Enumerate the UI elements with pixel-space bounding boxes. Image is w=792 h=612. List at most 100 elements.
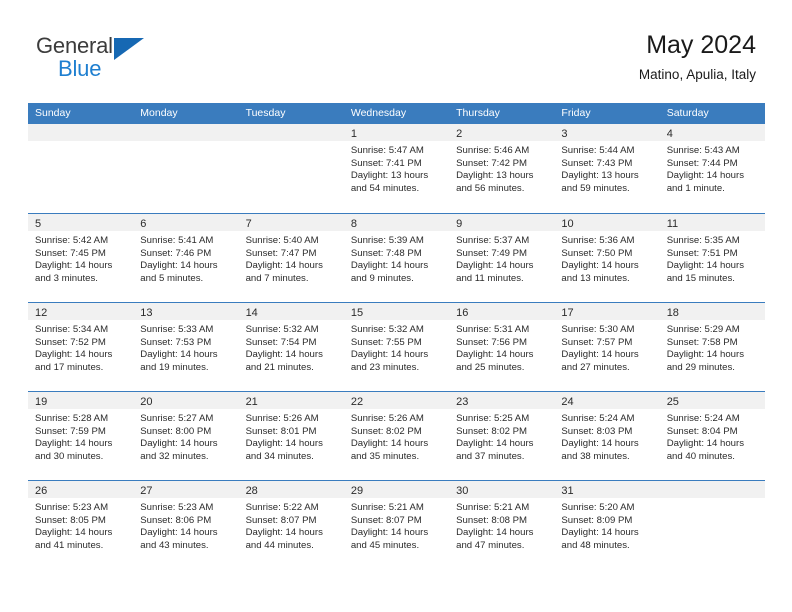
sunset-text: Sunset: 8:02 PM xyxy=(456,425,528,437)
calendar-week-row: 26 Sunrise: 5:23 AM Sunset: 8:05 PM Dayligh… xyxy=(28,480,765,569)
day-details: Sunrise: 5:47 AM Sunset: 7:41 PM Daylight:… xyxy=(344,141,449,195)
day-cell[interactable]: 20 Sunrise: 5:27 AM Sunset: 8:00 PM Dayligh… xyxy=(133,392,239,480)
daylight-text: Daylight: 14 hours and 25 minutes. xyxy=(456,349,534,373)
day-number-band: 26 xyxy=(28,481,134,498)
weekday-header-friday: Friday xyxy=(561,107,591,119)
weekday-header-thursday: Thursday xyxy=(456,107,500,119)
day-details: Sunrise: 5:41 AM Sunset: 7:46 PM Daylight:… xyxy=(133,231,238,285)
sunset-text: Sunset: 7:59 PM xyxy=(35,425,106,437)
sunset-text: Sunset: 7:43 PM xyxy=(561,157,633,169)
sunset-text: Sunset: 8:03 PM xyxy=(561,425,633,437)
day-number-band: 11 xyxy=(659,214,765,231)
day-number-band xyxy=(238,124,344,141)
day-number-band: 8 xyxy=(343,214,450,231)
day-cell[interactable]: 10 Sunrise: 5:36 AM Sunset: 7:50 PM Dayligh… xyxy=(554,214,660,302)
day-cell[interactable]: 12 Sunrise: 5:34 AM Sunset: 7:52 PM Dayligh… xyxy=(28,303,134,391)
sunset-text: Sunset: 8:00 PM xyxy=(140,425,212,437)
sunset-text: Sunset: 8:07 PM xyxy=(350,514,422,526)
day-number: 31 xyxy=(561,485,574,497)
daylight-text: Daylight: 14 hours and 17 minutes. xyxy=(35,349,113,373)
daylight-text: Daylight: 14 hours and 44 minutes. xyxy=(245,527,323,551)
sunset-text: Sunset: 7:56 PM xyxy=(456,336,528,348)
day-number: 22 xyxy=(350,396,364,408)
sunrise-text: Sunrise: 5:21 AM xyxy=(456,502,530,513)
day-number: 5 xyxy=(35,218,42,230)
day-number-band: 10 xyxy=(554,214,660,231)
day-cell[interactable]: 18 Sunrise: 5:29 AM Sunset: 7:58 PM Dayligh… xyxy=(659,303,765,391)
day-number: 3 xyxy=(561,128,568,140)
day-cell[interactable]: 4 Sunrise: 5:43 AM Sunset: 7:44 PM Daylight… xyxy=(659,124,765,213)
sunrise-text: Sunrise: 5:20 AM xyxy=(561,502,635,513)
calendar-week-row: 5 Sunrise: 5:42 AM Sunset: 7:45 PM Daylight… xyxy=(28,213,765,302)
sunset-text: Sunset: 7:47 PM xyxy=(245,247,317,259)
day-cell[interactable]: 29 Sunrise: 5:21 AM Sunset: 8:07 PM Dayligh… xyxy=(343,481,450,569)
day-cell[interactable]: 19 Sunrise: 5:28 AM Sunset: 7:59 PM Dayligh… xyxy=(28,392,134,480)
sunrise-text: Sunrise: 5:32 AM xyxy=(245,324,319,335)
day-cell[interactable]: 30 Sunrise: 5:21 AM Sunset: 8:08 PM Dayligh… xyxy=(449,481,555,569)
day-details: Sunrise: 5:37 AM Sunset: 7:49 PM Daylight:… xyxy=(449,231,554,285)
day-cell[interactable]: 26 Sunrise: 5:23 AM Sunset: 8:05 PM Dayligh… xyxy=(28,481,134,569)
day-cell[interactable]: 27 Sunrise: 5:23 AM Sunset: 8:06 PM Dayligh… xyxy=(133,481,239,569)
day-cell[interactable]: 21 Sunrise: 5:26 AM Sunset: 8:01 PM Dayligh… xyxy=(238,392,344,480)
day-cell[interactable]: 14 Sunrise: 5:32 AM Sunset: 7:54 PM Dayligh… xyxy=(238,303,344,391)
day-cell[interactable]: 31 Sunrise: 5:20 AM Sunset: 8:09 PM Dayligh… xyxy=(554,481,660,569)
day-cell[interactable]: 6 Sunrise: 5:41 AM Sunset: 7:46 PM Daylight… xyxy=(133,214,239,302)
daylight-text: Daylight: 14 hours and 38 minutes. xyxy=(561,438,639,462)
day-details: Sunrise: 5:42 AM Sunset: 7:45 PM Daylight:… xyxy=(28,231,133,285)
day-number: 28 xyxy=(245,485,258,497)
daylight-text: Daylight: 14 hours and 29 minutes. xyxy=(666,349,745,373)
sunset-text: Sunset: 8:01 PM xyxy=(245,425,317,437)
day-cell[interactable]: 22 Sunrise: 5:26 AM Sunset: 8:02 PM Dayligh… xyxy=(343,392,450,480)
day-cell[interactable]: 28 Sunrise: 5:22 AM Sunset: 8:07 PM Dayligh… xyxy=(238,481,344,569)
sunrise-text: Sunrise: 5:47 AM xyxy=(350,145,424,156)
day-cell[interactable]: 2 Sunrise: 5:46 AM Sunset: 7:42 PM Daylight… xyxy=(449,124,555,213)
day-number-band: 30 xyxy=(449,481,555,498)
day-number-band: 27 xyxy=(133,481,239,498)
day-cell-empty xyxy=(659,481,765,569)
day-number: 7 xyxy=(245,218,252,230)
sunset-text: Sunset: 7:51 PM xyxy=(666,247,738,259)
calendar-weeks: 1 Sunrise: 5:47 AM Sunset: 7:41 PM Daylight… xyxy=(28,124,765,569)
daylight-text: Daylight: 14 hours and 21 minutes. xyxy=(245,349,323,373)
sunrise-text: Sunrise: 5:46 AM xyxy=(456,145,530,156)
day-details: Sunrise: 5:43 AM Sunset: 7:44 PM Daylight:… xyxy=(660,141,765,195)
day-cell[interactable]: 13 Sunrise: 5:33 AM Sunset: 7:53 PM Dayligh… xyxy=(133,303,239,391)
sunset-text: Sunset: 7:50 PM xyxy=(561,247,633,259)
day-cell[interactable]: 3 Sunrise: 5:44 AM Sunset: 7:43 PM Daylight… xyxy=(554,124,660,213)
day-cell[interactable]: 24 Sunrise: 5:24 AM Sunset: 8:03 PM Dayligh… xyxy=(554,392,660,480)
sunset-text: Sunset: 7:41 PM xyxy=(350,157,422,169)
day-details: Sunrise: 5:34 AM Sunset: 7:52 PM Daylight:… xyxy=(28,320,133,374)
day-number: 20 xyxy=(140,396,153,408)
weekday-header-monday: Monday xyxy=(140,107,178,119)
day-cell[interactable]: 5 Sunrise: 5:42 AM Sunset: 7:45 PM Daylight… xyxy=(28,214,134,302)
sunset-text: Sunset: 7:48 PM xyxy=(350,247,422,259)
daylight-text: Daylight: 14 hours and 41 minutes. xyxy=(35,527,113,551)
day-cell[interactable]: 25 Sunrise: 5:24 AM Sunset: 8:04 PM Dayligh… xyxy=(659,392,765,480)
day-number-band: 12 xyxy=(28,303,134,320)
day-cell[interactable]: 15 Sunrise: 5:32 AM Sunset: 7:55 PM Dayligh… xyxy=(343,303,450,391)
day-details: Sunrise: 5:31 AM Sunset: 7:56 PM Daylight:… xyxy=(449,320,554,374)
sunset-text: Sunset: 8:09 PM xyxy=(561,514,633,526)
day-cell[interactable]: 9 Sunrise: 5:37 AM Sunset: 7:49 PM Daylight… xyxy=(449,214,555,302)
sunrise-text: Sunrise: 5:24 AM xyxy=(561,413,635,424)
day-cell[interactable]: 23 Sunrise: 5:25 AM Sunset: 8:02 PM Dayligh… xyxy=(449,392,555,480)
day-number-band: 2 xyxy=(449,124,555,141)
day-cell[interactable]: 17 Sunrise: 5:30 AM Sunset: 7:57 PM Dayligh… xyxy=(554,303,660,391)
day-number: 27 xyxy=(140,485,153,497)
day-number: 23 xyxy=(456,396,469,408)
day-details: Sunrise: 5:46 AM Sunset: 7:42 PM Daylight:… xyxy=(449,141,554,195)
day-number: 16 xyxy=(456,307,469,319)
brand-logo[interactable]: General Blue xyxy=(36,33,166,85)
day-details: Sunrise: 5:22 AM Sunset: 8:07 PM Daylight:… xyxy=(239,498,344,552)
day-cell[interactable]: 8 Sunrise: 5:39 AM Sunset: 7:48 PM Daylight… xyxy=(343,214,450,302)
day-cell[interactable]: 16 Sunrise: 5:31 AM Sunset: 7:56 PM Dayligh… xyxy=(449,303,555,391)
day-cell[interactable]: 1 Sunrise: 5:47 AM Sunset: 7:41 PM Daylight… xyxy=(343,124,450,213)
daylight-text: Daylight: 14 hours and 48 minutes. xyxy=(561,527,639,551)
day-cell[interactable]: 11 Sunrise: 5:35 AM Sunset: 7:51 PM Dayligh… xyxy=(659,214,765,302)
sunset-text: Sunset: 8:05 PM xyxy=(35,514,106,526)
day-cell[interactable]: 7 Sunrise: 5:40 AM Sunset: 7:47 PM Daylight… xyxy=(238,214,344,302)
sunrise-text: Sunrise: 5:40 AM xyxy=(245,235,319,246)
sunrise-text: Sunrise: 5:25 AM xyxy=(456,413,530,424)
day-cell-empty xyxy=(238,124,344,213)
daylight-text: Daylight: 14 hours and 27 minutes. xyxy=(561,349,639,373)
